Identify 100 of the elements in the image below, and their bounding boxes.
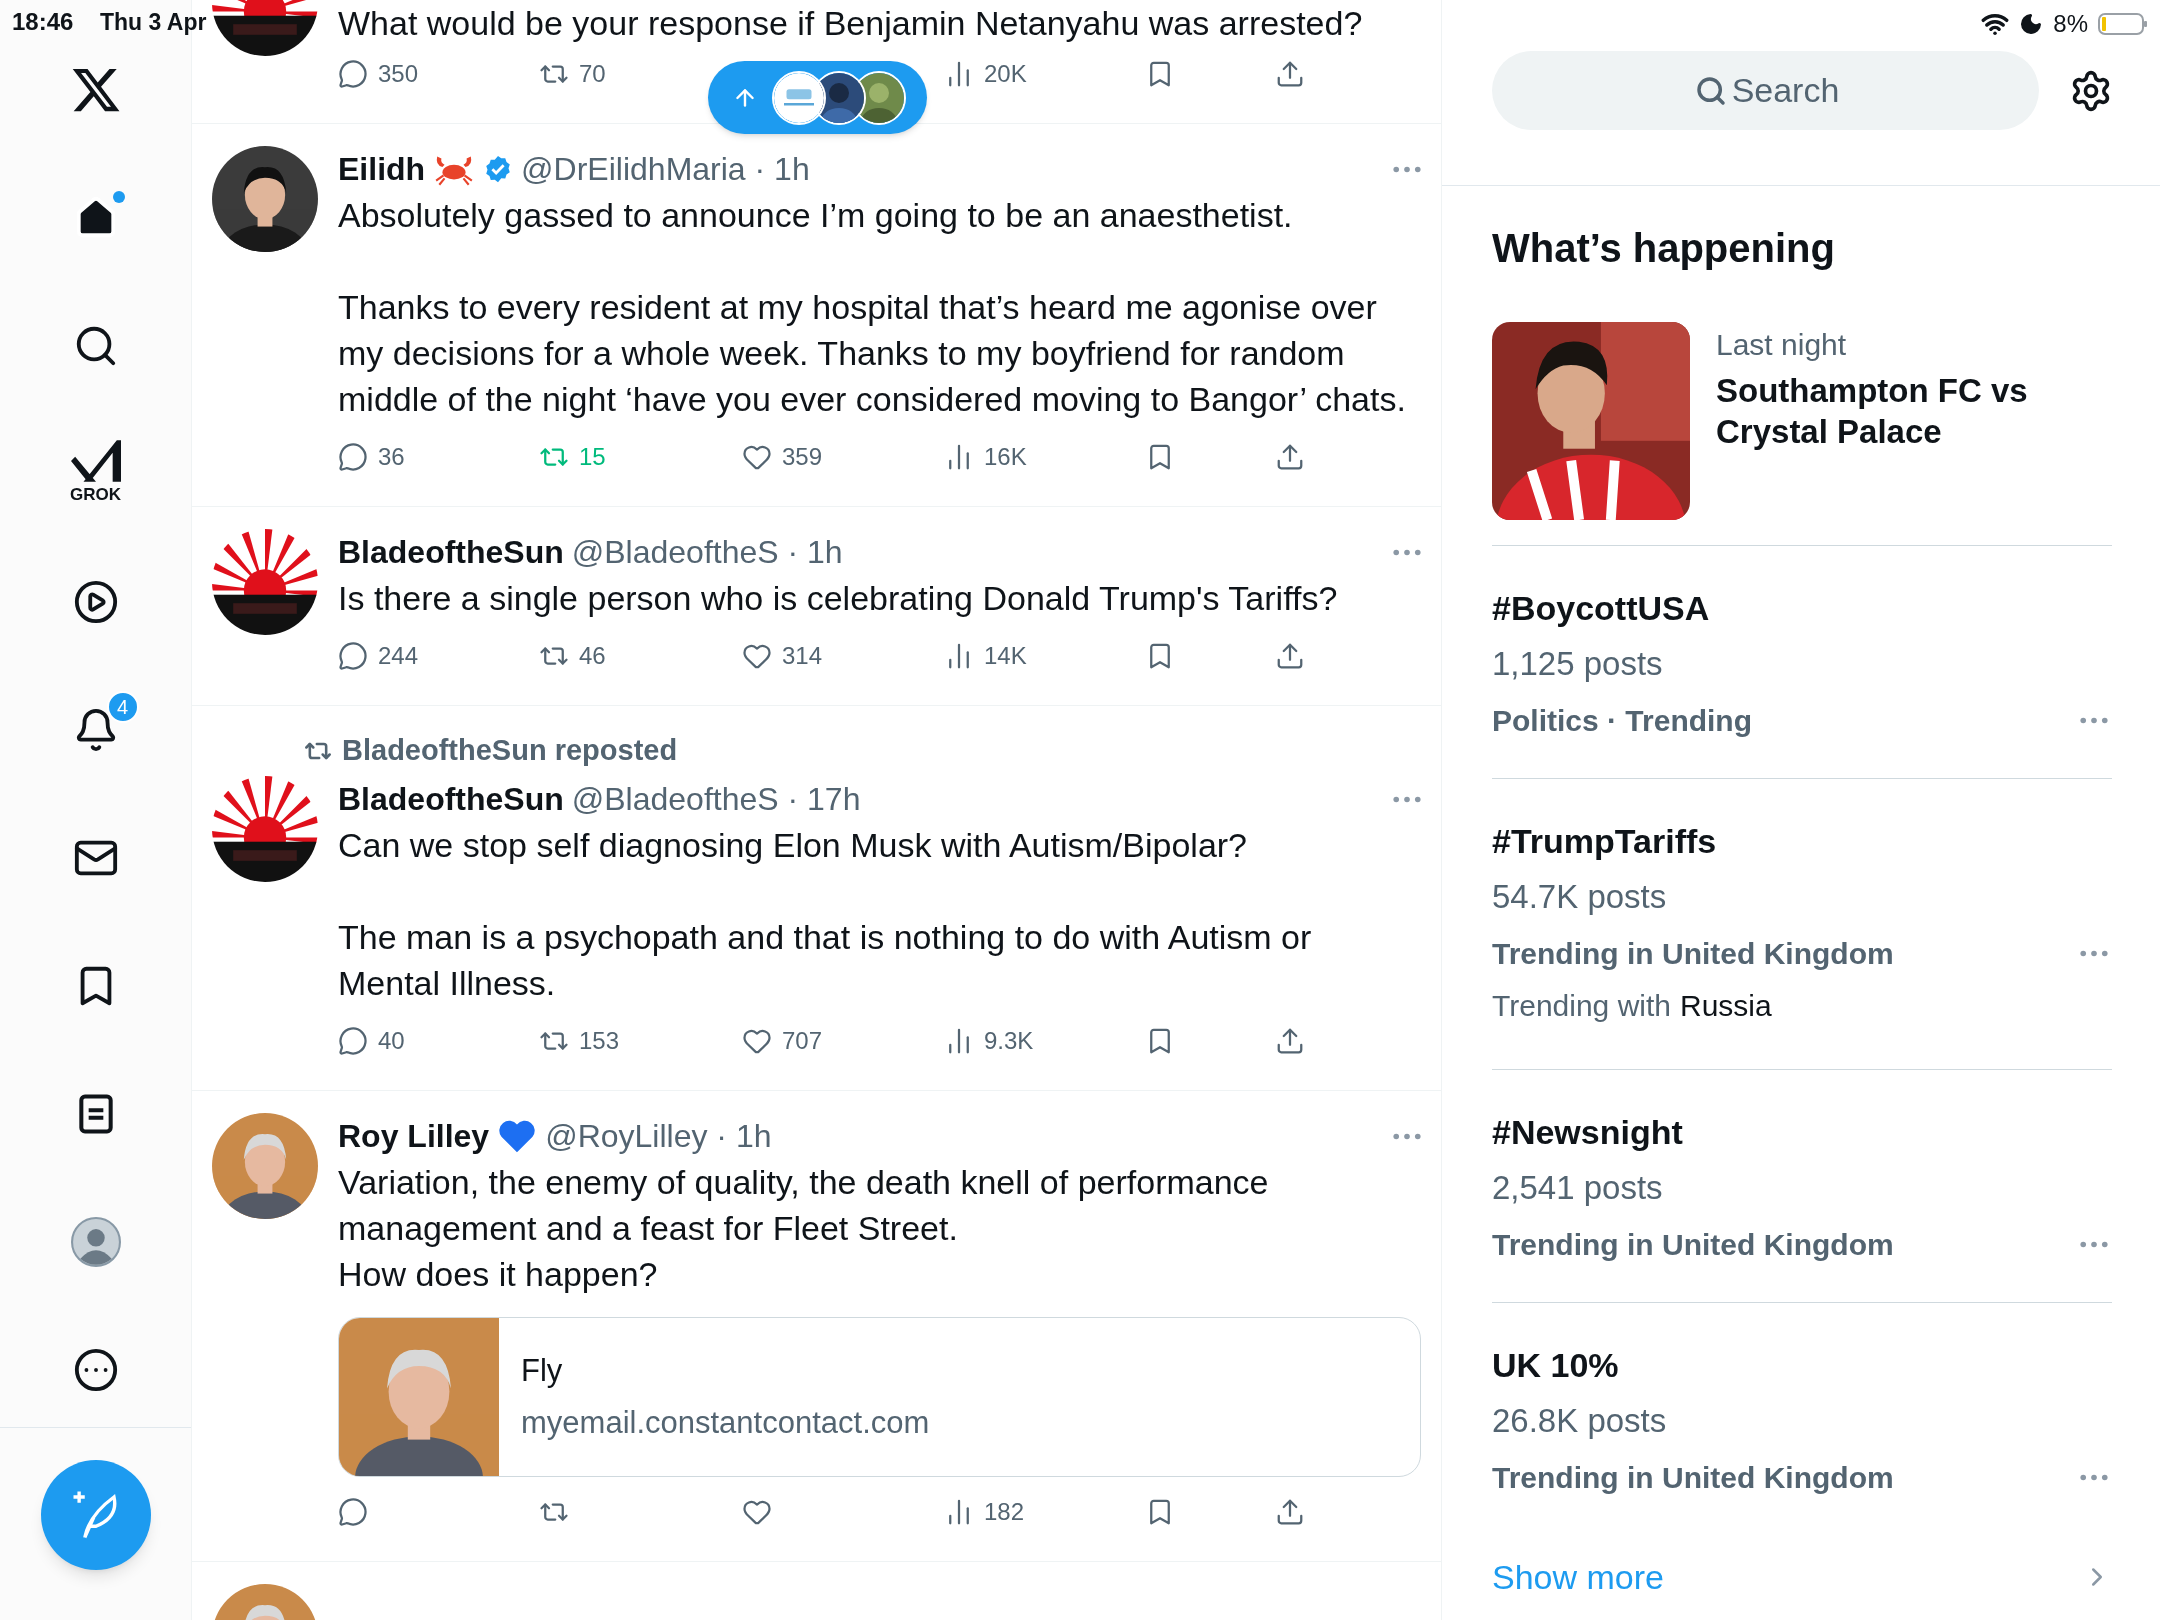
more-icon	[2080, 716, 2108, 724]
more-icon	[2080, 1240, 2108, 1248]
trend-category: Trending in United Kingdom	[1492, 1459, 1894, 1496]
grok-nav-item[interactable]: GROK	[70, 440, 121, 508]
tweet-text: Can we stop self diagnosing Elon Musk with Autism/Bipolar? The man is a psychopath and that is nothing to do with Autism or Mental Illness.	[338, 825, 1313, 1004]
views-button[interactable]: 9.3K	[944, 1023, 1034, 1059]
author-name: BladeoftheSun	[338, 780, 564, 819]
status-date: Thu 3 Apr	[100, 8, 207, 37]
trend-category: Trending in United Kingdom	[1492, 935, 1894, 972]
trend-category: Politics · Trending	[1492, 702, 1753, 739]
reply-button[interactable]: 36	[338, 439, 405, 475]
trend-title[interactable]: #TrumpTariffs	[1492, 813, 2112, 869]
more-icon	[1393, 165, 1421, 173]
repost-button[interactable]: 70	[539, 56, 606, 92]
trend-time: Last night	[1716, 327, 1848, 363]
grok-label: GROK	[70, 484, 121, 507]
more-button[interactable]	[1393, 548, 1421, 556]
trend-category: Trending in United Kingdom	[1492, 1226, 1894, 1263]
card-title: Fly	[521, 1351, 564, 1390]
repost-button[interactable]: 46	[539, 638, 606, 674]
new-posts-pill[interactable]	[708, 61, 927, 134]
grok-logo-icon	[70, 440, 121, 483]
share-button[interactable]	[1275, 1497, 1305, 1527]
author-name: Eilidh	[338, 150, 426, 189]
reply-icon	[338, 1026, 368, 1056]
reply-icon	[338, 442, 368, 472]
tweet-text: Is there a single person who is celebrating Donald Trump's Tariffs?	[338, 578, 1339, 619]
more-button[interactable]	[2080, 949, 2108, 957]
more-nav-item[interactable]	[72, 1347, 119, 1393]
related-topic[interactable]: Russia	[1680, 981, 1772, 1031]
heart-icon	[497, 1118, 538, 1154]
status-time: 18:46	[12, 7, 74, 37]
battery-percent: 8%	[2053, 9, 2088, 39]
trend-post-count: 2,541 posts	[1492, 1168, 1664, 1208]
more-icon	[2080, 949, 2108, 957]
play-icon	[72, 579, 119, 625]
more-button[interactable]	[2080, 1473, 2108, 1481]
battery-icon	[2098, 12, 2148, 36]
views-button[interactable]: 14K	[944, 638, 1027, 674]
like-button[interactable]: 314	[742, 638, 823, 674]
more-button[interactable]	[1393, 165, 1421, 173]
reply-icon	[338, 641, 368, 671]
profile-avatar-icon	[70, 1217, 121, 1267]
profile-nav-item[interactable]	[70, 1217, 121, 1267]
more-icon	[1393, 548, 1421, 556]
reply-button[interactable]: 244	[338, 638, 419, 674]
trending-with-label: Trending with	[1492, 988, 1671, 1024]
more-icon	[1393, 795, 1421, 803]
search-icon	[1695, 75, 1727, 107]
like-button[interactable]: 707	[742, 1023, 823, 1059]
author-handle: @BladeoftheS · 17h	[571, 780, 861, 819]
more-button[interactable]	[1393, 795, 1421, 803]
views-button[interactable]: 20K	[944, 56, 1027, 92]
more-icon	[1393, 1132, 1421, 1140]
more-button[interactable]	[1393, 1132, 1421, 1140]
views-button[interactable]: 182	[944, 1494, 1025, 1530]
reposted-by-label: BladeoftheSun reposted	[342, 733, 678, 769]
reply-icon	[338, 1497, 368, 1527]
author-handle: @RoyLilley · 1h	[545, 1117, 772, 1156]
trend-title[interactable]: #Newsnight	[1492, 1104, 2112, 1160]
share-button[interactable]	[1275, 1026, 1305, 1056]
views-button[interactable]: 16K	[944, 439, 1027, 475]
section-title: What’s happening	[1492, 225, 1836, 272]
reply-icon	[338, 59, 368, 89]
trend-title[interactable]: Southampton FC vs Crystal Palace	[1716, 370, 2076, 452]
trend-title[interactable]: #BoycottUSA	[1492, 580, 2112, 636]
reply-button[interactable]: 40	[338, 1023, 405, 1059]
search-field[interactable]: Search	[1492, 51, 2039, 130]
author-handle: @DrEilidhMaria · 1h	[521, 150, 810, 189]
reply-button[interactable]: 350	[338, 56, 419, 92]
trend-title[interactable]: UK 10%	[1492, 1337, 2112, 1393]
tweet-text: What would be your response if Benjamin Netanyahu was arrested?	[338, 3, 1364, 44]
share-button[interactable]	[1275, 59, 1305, 89]
more-button[interactable]	[2080, 1240, 2108, 1248]
author-handle: @BladeoftheS · 1h	[571, 533, 843, 572]
share-icon	[1275, 641, 1305, 671]
video-nav-item[interactable]	[72, 579, 119, 625]
trend-post-count: 1,125 posts	[1492, 644, 1664, 684]
trend-post-count: 26.8K posts	[1492, 1401, 1668, 1441]
tweet-text: Absolutely gassed to announce I’m going to be an anaesthetist. Thanks to every resident at my hospital that’s heard me agonise over my decisions for a whole week. Thanks to my boyfriend for random middle of the night ‘have you ever considered moving to Bangor’ chats.	[338, 195, 1407, 420]
moon-icon	[2019, 12, 2044, 36]
share-button[interactable]	[1275, 442, 1305, 472]
share-icon	[1275, 442, 1305, 472]
tweet-text: Variation, the enemy of quality, the death knell of performance management and a feast for Fleet Street. How does it happen?	[338, 1162, 1270, 1295]
link-card[interactable]: Fly myemail.constantcontact.com	[338, 1317, 1421, 1477]
trend-post-count: 54.7K posts	[1492, 877, 1668, 917]
share-icon	[1275, 1026, 1305, 1056]
reply-button[interactable]	[338, 1497, 368, 1527]
more-icon	[2080, 1473, 2108, 1481]
share-icon	[1275, 1497, 1305, 1527]
share-button[interactable]	[1275, 641, 1305, 671]
share-icon	[1275, 59, 1305, 89]
author-name: BladeoftheSun	[338, 533, 564, 572]
notification-badge: 4	[106, 691, 139, 723]
more-button[interactable]	[2080, 716, 2108, 724]
repost-button[interactable]: 153	[539, 1023, 620, 1059]
author-name: Roy Lilley	[338, 1117, 490, 1156]
more-icon	[72, 1347, 119, 1393]
like-button[interactable]: 359	[742, 439, 823, 475]
card-domain: myemail.constantcontact.com	[521, 1404, 930, 1442]
